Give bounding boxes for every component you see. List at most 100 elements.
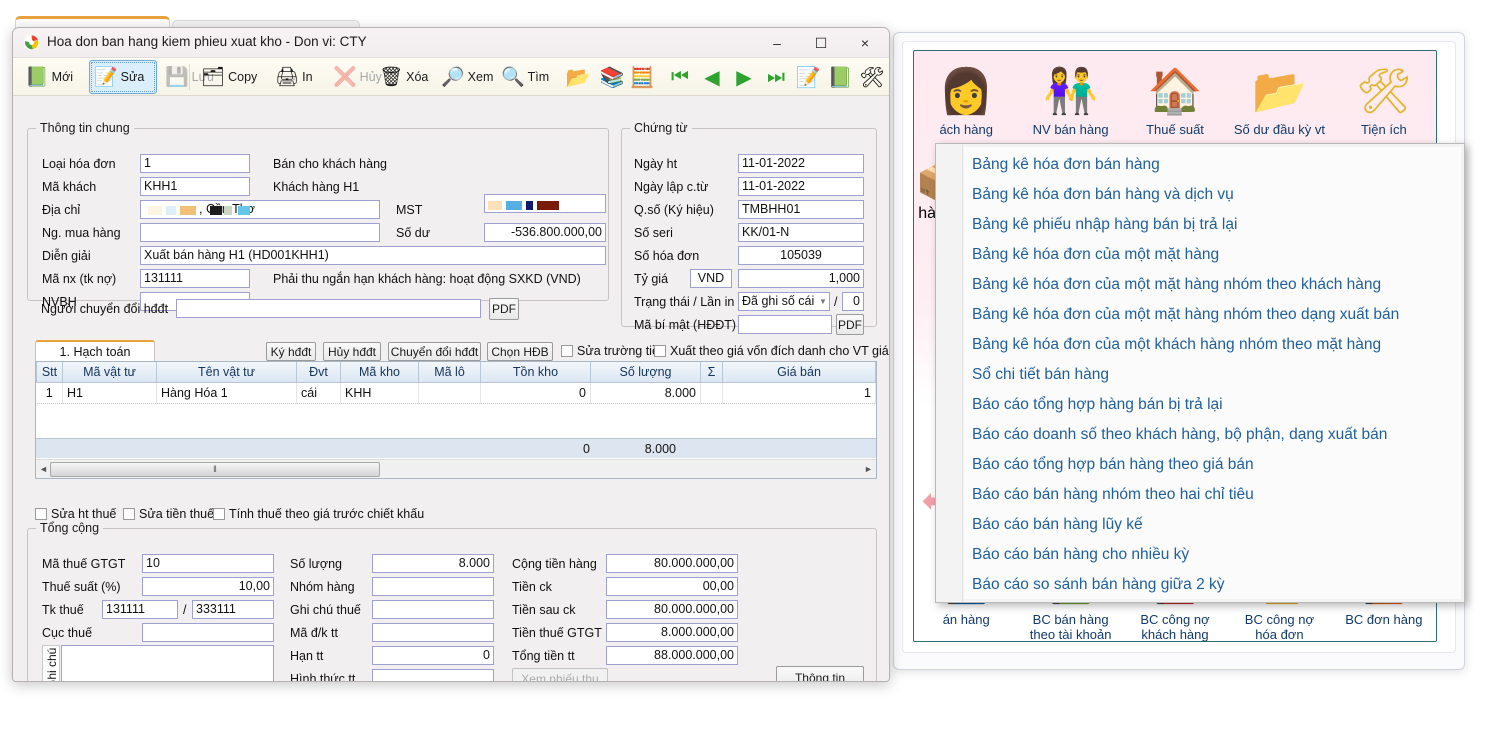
input-ngay-ht[interactable]: 11-01-2022 (738, 154, 864, 173)
input-q-so[interactable]: TMBHH01 (738, 200, 864, 219)
pdf-button-general[interactable]: PDF (489, 298, 519, 320)
input-ty-gia-value[interactable]: 1,000 (738, 269, 864, 288)
grid-column-header[interactable]: Giá bán (722, 362, 876, 383)
input-cuc-thue[interactable] (142, 623, 274, 642)
bg-icon-tax-rate[interactable]: 🏠 Thuế suất (1123, 61, 1227, 138)
toolbar-book-button[interactable]: 📗 (825, 62, 855, 92)
grid-column-header[interactable]: Số lượng (590, 362, 701, 383)
input-ma-dk-tt[interactable] (372, 623, 494, 642)
input-hinh-thuc-tt[interactable] (372, 669, 494, 681)
info-button[interactable]: Thông tin (776, 666, 864, 681)
toolbar-first-record-button[interactable]: ⏮ (665, 62, 695, 92)
input-thue-suat[interactable]: 10,00 (142, 577, 274, 596)
cell-stt[interactable]: 1 (36, 382, 63, 404)
close-button[interactable]: × (843, 28, 887, 58)
report-menu-item[interactable]: Báo cáo bán hàng nhóm theo hai chỉ tiêu (964, 480, 1461, 510)
toolbar-copy-button[interactable]: 🗂 Copy (197, 60, 269, 94)
checkbox-sua-ht-thue[interactable]: Sửa ht thuế (35, 507, 116, 521)
cell-gia-ban[interactable]: 1 (722, 382, 876, 404)
input-loai-hoa-don[interactable]: 1 (140, 154, 250, 173)
input-tk-thue-2[interactable]: 333111 (192, 600, 274, 619)
input-ng-mua-hang[interactable] (140, 223, 380, 242)
toolbar-folder-button[interactable]: 📂 (563, 62, 593, 92)
cell-ten-vat-tu[interactable]: Hàng Hóa 1 (156, 382, 297, 404)
toolbar-find-button[interactable]: 🔍 Tìm (497, 60, 559, 94)
checkbox-tinh-thue-truoc-ck[interactable]: Tính thuế theo giá trước chiết khấu (213, 507, 424, 521)
bg-icon-customer[interactable]: 👩 ách hàng (914, 61, 1018, 138)
grid-column-header[interactable]: Mã lô (418, 362, 481, 383)
input-nhom-hang[interactable] (372, 577, 494, 596)
input-tien-thue-gtgt[interactable]: 8.000.000,00 (606, 623, 738, 642)
input-ty-gia-currency[interactable]: VND (690, 269, 732, 288)
report-menu-item[interactable]: Bảng kê hóa đơn của một mặt hàng nhóm th… (964, 270, 1461, 300)
input-ma-khach[interactable]: KHH1 (140, 177, 250, 196)
input-dia-chi[interactable]: , Cần Thơ (140, 200, 380, 219)
grid-column-header[interactable]: Tồn kho (480, 362, 591, 383)
grid-horizontal-scrollbar[interactable]: ◄ ‖ ► (36, 459, 876, 478)
report-menu-item[interactable]: Báo cáo doanh số theo khách hàng, bộ phậ… (964, 420, 1461, 450)
input-tien-sau-ck[interactable]: 80.000.000,00 (606, 600, 738, 619)
input-nguoi-chuyen-doi[interactable] (176, 299, 481, 318)
checkbox-sua-truong-tien[interactable]: Sửa trường tiền (561, 344, 666, 358)
toolbar-print-button[interactable]: 🖨 In (271, 60, 327, 94)
scroll-right-arrow-icon[interactable]: ► (862, 462, 875, 477)
input-so-seri[interactable]: KK/01-N (738, 223, 864, 242)
input-ngay-lap-ct[interactable]: 11-01-2022 (738, 177, 864, 196)
bg-icon-utilities[interactable]: 🛠 Tiện ích (1332, 61, 1436, 138)
toolbar-view-button[interactable]: 🔎 Xem (437, 60, 501, 94)
input-ma-thue-gtgt[interactable]: 10 (142, 554, 274, 573)
table-row[interactable]: 1 H1 Hàng Hóa 1 cái KHH 0 8.000 1 (36, 382, 876, 404)
report-menu-item[interactable]: Bảng kê hóa đơn của một khách hàng nhóm … (964, 330, 1461, 360)
line-items-grid[interactable]: Stt Mã vật tư Tên vật tư Đvt Mã kho Mã lô Tồn … (35, 361, 877, 479)
minimize-button[interactable]: – (755, 28, 799, 58)
toolbar-delete-button[interactable]: 🗑 Xóa (375, 60, 443, 94)
toolbar-next-record-button[interactable]: ▶ (729, 62, 759, 92)
toolbar-archive-button[interactable]: 📚 (597, 62, 627, 92)
checkbox-sua-tien-thue[interactable]: Sửa tiền thuế (123, 507, 214, 521)
toolbar-last-record-button[interactable]: ⏭ (761, 62, 791, 92)
grid-column-header[interactable]: Σ (700, 362, 723, 383)
select-trang-thai[interactable]: Đã ghi số cái (738, 292, 830, 311)
report-menu-item[interactable]: Bảng kê hóa đơn bán hàng và dịch vụ (964, 180, 1461, 210)
toolbar-favorite-button[interactable]: 📝 (793, 62, 823, 92)
scroll-left-arrow-icon[interactable]: ◄ (37, 462, 50, 477)
input-ma-nx[interactable]: 131111 (140, 269, 250, 288)
cancel-einvoice-button[interactable]: Hủy hđđt (323, 342, 381, 361)
textarea-ghi-chu[interactable] (61, 645, 274, 681)
cell-ton-kho[interactable]: 0 (480, 382, 591, 404)
grid-column-header[interactable]: Đvt (296, 362, 341, 383)
report-menu-item[interactable]: Bảng kê hóa đơn của một mặt hàng nhóm th… (964, 300, 1461, 330)
cell-ma-vat-tu[interactable]: H1 (62, 382, 157, 404)
input-dien-giai[interactable]: Xuất bán hàng H1 (HD001KHH1) (140, 246, 606, 265)
input-han-tt[interactable]: 0 (372, 646, 494, 665)
input-so-hoa-don[interactable]: 105039 (738, 246, 864, 265)
grid-column-header[interactable]: Tên vật tư (156, 362, 297, 383)
report-menu-item[interactable]: Báo cáo bán hàng cho nhiều kỳ (964, 540, 1461, 570)
cell-sigma[interactable] (700, 382, 723, 404)
input-tien-ck[interactable]: 00,00 (606, 577, 738, 596)
report-menu-item[interactable]: Bảng kê hóa đơn bán hàng (964, 150, 1461, 180)
report-context-menu[interactable]: Bảng kê hóa đơn bán hàng Bảng kê hóa đơn … (935, 143, 1465, 603)
cell-ma-lo[interactable] (418, 382, 481, 404)
tab-hach-toan[interactable]: 1. Hạch toán (35, 340, 155, 362)
grid-column-header[interactable]: Stt (36, 362, 63, 383)
scroll-thumb[interactable]: ‖ (50, 462, 380, 477)
report-menu-item[interactable]: Sổ chi tiết bán hàng (964, 360, 1461, 390)
input-ghi-chu-thue[interactable] (372, 600, 494, 619)
toolbar-prev-record-button[interactable]: ◀ (697, 62, 727, 92)
grid-column-header[interactable]: Mã vật tư (62, 362, 157, 383)
input-tk-thue-1[interactable]: 131111 (102, 600, 178, 619)
report-menu-item[interactable]: Báo cáo tổng hợp bán hàng theo giá bán (964, 450, 1461, 480)
input-tong-tien-tt[interactable]: 88.000.000,00 (606, 646, 738, 665)
input-so-luong-tong[interactable]: 8.000 (372, 554, 494, 573)
report-menu-item[interactable]: Báo cáo so sánh bán hàng giữa 2 kỳ (964, 570, 1461, 600)
input-ma-bi-mat[interactable] (738, 315, 832, 334)
cell-so-luong[interactable]: 8.000 (590, 382, 701, 404)
maximize-button[interactable]: ☐ (799, 28, 843, 58)
report-menu-item[interactable]: Báo cáo tổng hợp hàng bán bị trả lại (964, 390, 1461, 420)
toolbar-wizard-button[interactable]: 🛠 (857, 62, 887, 92)
report-menu-item[interactable]: Báo cáo bán hàng lũy kế (964, 510, 1461, 540)
input-lan-in[interactable]: 0 (842, 292, 864, 311)
checkbox-xuat-theo-gia-von[interactable]: Xuất theo giá vốn đích danh cho VT giá T… (654, 344, 889, 358)
bg-icon-opening-balance[interactable]: 📂 Số dư đầu kỳ vt (1227, 61, 1331, 138)
